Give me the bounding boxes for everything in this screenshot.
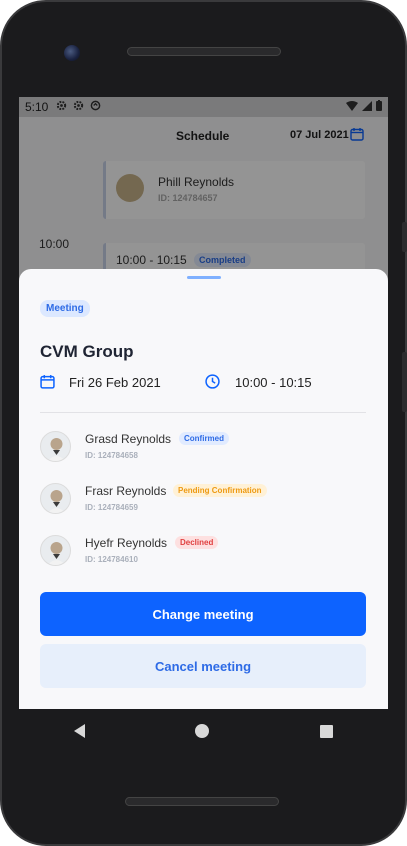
avatar	[40, 431, 71, 462]
attendee-name: Grasd Reynolds	[85, 432, 172, 446]
calendar-icon	[40, 374, 55, 394]
attendee-id: ID: 124784658	[85, 451, 138, 460]
home-icon[interactable]	[195, 724, 210, 738]
screen: 5:10 Schedule 07 Jul 2021 Phill Reynolds…	[19, 97, 388, 709]
sheet-drag-handle[interactable]	[187, 276, 221, 279]
power-button	[402, 352, 407, 412]
volume-button	[402, 222, 407, 252]
meeting-type-chip: Meeting	[40, 300, 90, 317]
meeting-date: Fri 26 Feb 2021	[69, 375, 161, 390]
status-badge: Declined	[175, 536, 219, 549]
phone-frame: 5:10 Schedule 07 Jul 2021 Phill Reynolds…	[0, 0, 407, 846]
clock-icon	[205, 374, 220, 394]
avatar	[40, 535, 71, 566]
recents-icon[interactable]	[319, 724, 333, 738]
divider	[40, 412, 366, 413]
bottom-speaker	[125, 797, 279, 806]
status-badge: Pending Confirmation	[173, 484, 267, 497]
meeting-info-row: Fri 26 Feb 2021 10:00 - 10:15	[40, 374, 370, 394]
meeting-bottom-sheet: Meeting CVM Group Fri 26 Feb 2021 10:00 …	[19, 269, 388, 709]
attendee-name: Frasr Reynolds	[85, 484, 167, 498]
attendee-id: ID: 124784610	[85, 555, 138, 564]
meeting-time: 10:00 - 10:15	[235, 375, 312, 390]
change-meeting-button[interactable]: Change meeting	[40, 592, 366, 636]
meeting-title: CVM Group	[40, 342, 134, 361]
cancel-meeting-button[interactable]: Cancel meeting	[40, 644, 366, 688]
front-camera	[64, 45, 80, 61]
avatar	[40, 483, 71, 514]
attendee-row[interactable]: Frasr Reynolds Pending Confirmation ID: …	[40, 483, 370, 519]
attendee-id: ID: 124784659	[85, 503, 138, 512]
android-nav-bar	[19, 709, 388, 753]
attendee-row[interactable]: Hyefr Reynolds Declined ID: 124784610	[40, 535, 370, 571]
attendee-row[interactable]: Grasd Reynolds Confirmed ID: 124784658	[40, 431, 370, 467]
top-speaker	[127, 47, 281, 56]
status-badge: Confirmed	[179, 432, 229, 445]
back-icon[interactable]	[74, 724, 86, 738]
attendee-name: Hyefr Reynolds	[85, 536, 168, 550]
